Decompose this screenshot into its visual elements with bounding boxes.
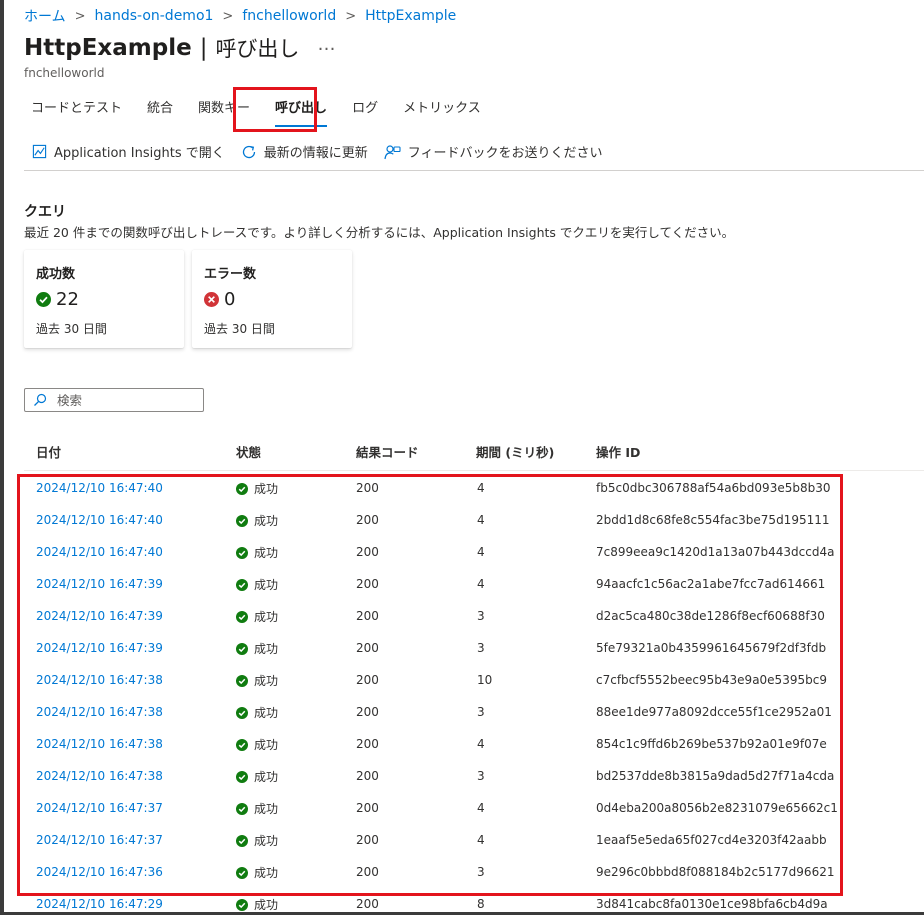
breadcrumb: ホーム > hands-on-demo1 > fnchelloworld > H… — [24, 6, 456, 26]
result-code: 200 — [356, 897, 379, 911]
query-description: 最近 20 件までの関数呼び出しトレースです。より詳しく分析するには、Appli… — [24, 225, 735, 240]
search-input[interactable] — [57, 392, 187, 408]
success-check-icon — [36, 292, 51, 307]
column-header-duration[interactable]: 期間 (ミリ秒) — [476, 442, 554, 461]
column-header-date[interactable]: 日付 — [36, 442, 61, 461]
column-header-result-code[interactable]: 結果コード — [356, 442, 419, 461]
column-header-status[interactable]: 状態 — [236, 442, 261, 461]
open-app-insights-button[interactable]: Application Insights で開く — [32, 142, 225, 161]
error-count-value: 0 — [224, 289, 236, 310]
error-count-label: エラー数 — [204, 267, 257, 282]
chart-icon — [32, 144, 47, 159]
feedback-label: フィードバックをお送りください — [407, 146, 603, 161]
breadcrumb-function[interactable]: HttpExample — [365, 8, 456, 24]
title-separator: | — [199, 35, 208, 61]
error-count-period: 過去 30 日間 — [204, 322, 275, 336]
column-header-operation-id[interactable]: 操作 ID — [596, 442, 640, 461]
success-count-value: 22 — [56, 289, 79, 310]
rows-highlight-box — [17, 474, 843, 896]
status-cell: 成功 — [236, 896, 278, 913]
tab-logs[interactable]: ログ — [352, 97, 378, 121]
error-count-card: エラー数 0 過去 30 日間 — [192, 250, 352, 348]
success-count-period: 過去 30 日間 — [36, 322, 107, 336]
chevron-right-icon: > — [74, 8, 86, 24]
page-subtitle: fnchelloworld — [24, 66, 105, 80]
search-box[interactable] — [24, 388, 204, 412]
query-title: クエリ — [24, 204, 66, 220]
breadcrumb-resource-group[interactable]: hands-on-demo1 — [95, 8, 214, 24]
window-edge — [0, 0, 4, 915]
success-count-card: 成功数 22 過去 30 日間 — [24, 250, 184, 348]
refresh-icon — [242, 145, 255, 158]
refresh-button[interactable]: 最新の情報に更新 — [241, 142, 368, 161]
refresh-label: 最新の情報に更新 — [263, 146, 368, 161]
feedback-button[interactable]: フィードバックをお送りください — [384, 142, 603, 161]
tab-integration[interactable]: 統合 — [147, 97, 173, 121]
invocation-date-link[interactable]: 2024/12/10 16:47:29 — [36, 897, 163, 911]
tab-highlight-box — [233, 87, 317, 132]
open-app-insights-label: Application Insights で開く — [54, 146, 225, 161]
table-header: 日付 状態 結果コード 期間 (ミリ秒) 操作 ID — [24, 433, 924, 471]
breadcrumb-function-app[interactable]: fnchelloworld — [242, 8, 336, 24]
toolbar-divider — [24, 170, 924, 171]
tab-metrics[interactable]: メトリックス — [403, 97, 481, 121]
page-title-main: HttpExample — [24, 35, 192, 61]
success-check-icon — [236, 898, 248, 911]
error-x-icon — [204, 292, 219, 307]
feedback-icon — [384, 144, 401, 159]
page-title-sub: 呼び出し — [215, 37, 300, 61]
success-count-label: 成功数 — [36, 267, 76, 282]
command-bar: Application Insights で開く 最新の情報に更新 フィードバッ… — [32, 142, 619, 161]
search-icon — [34, 393, 47, 406]
chevron-right-icon: > — [345, 8, 357, 24]
duration-ms: 8 — [477, 897, 485, 911]
tab-code-test[interactable]: コードとテスト — [31, 97, 122, 121]
operation-id: 3d841cabc8fa0130e1ce98bfa6cb4d9a — [596, 897, 828, 911]
chevron-right-icon: > — [222, 8, 234, 24]
more-options-icon[interactable]: … — [317, 34, 335, 55]
status-text: 成功 — [254, 898, 279, 912]
page-title: HttpExample | 呼び出し … — [24, 33, 335, 63]
breadcrumb-home[interactable]: ホーム — [24, 6, 66, 26]
